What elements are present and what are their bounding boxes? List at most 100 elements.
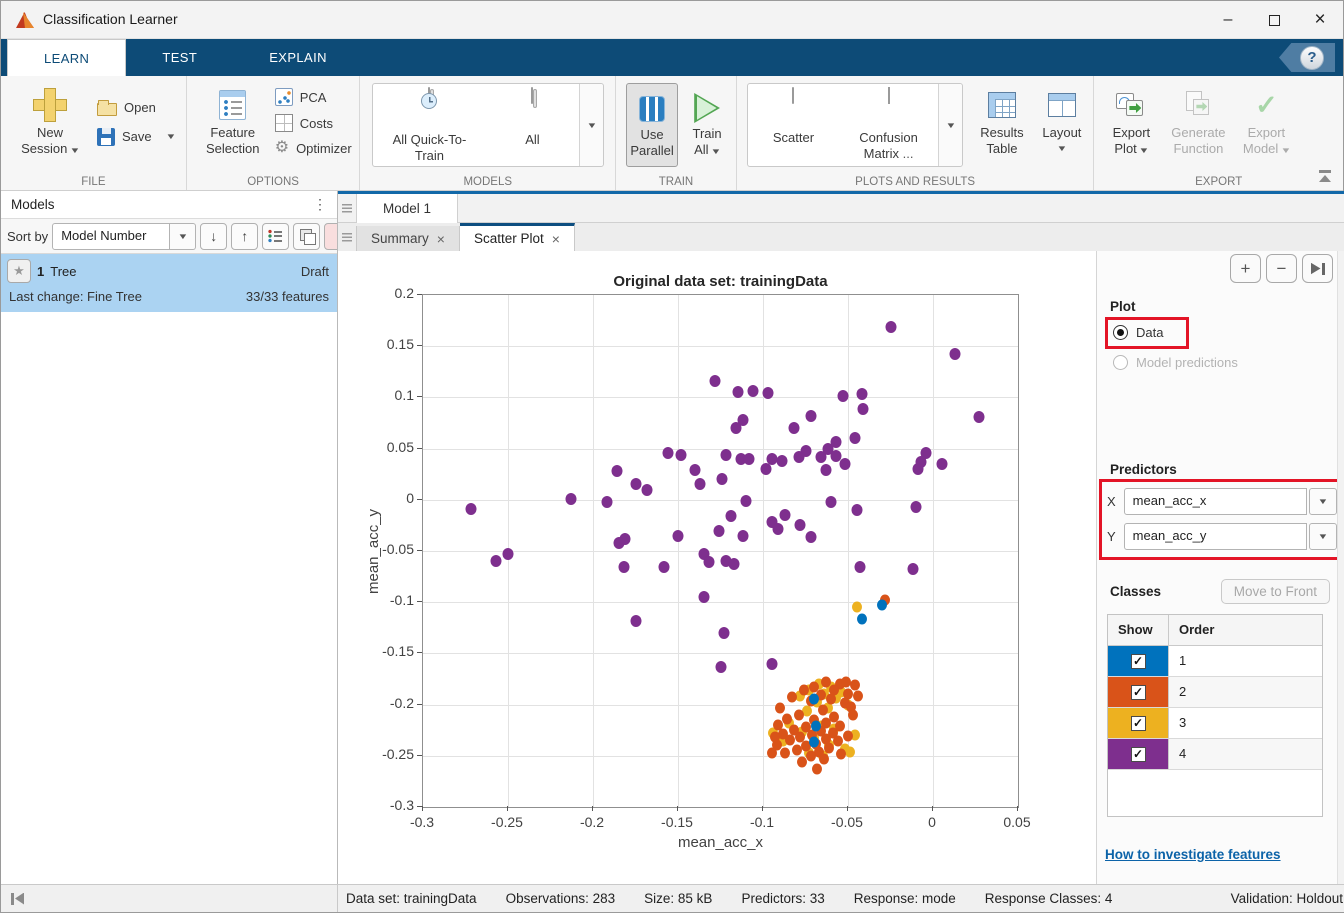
- scatter-icon: [792, 87, 794, 104]
- panel-scrollbar[interactable]: [1337, 251, 1344, 886]
- move-to-front-button: Move to Front: [1221, 579, 1330, 604]
- model-number: 1: [37, 264, 44, 279]
- chevron-down-icon: ▼: [586, 121, 597, 130]
- save-button[interactable]: Save ▼: [97, 128, 175, 146]
- model-list-item[interactable]: ★ 1 Tree Draft Last change: Fine Tree 33…: [1, 254, 337, 312]
- show-class-checkbox[interactable]: ✓: [1131, 716, 1146, 731]
- layout-button[interactable]: Layout ▼: [1033, 76, 1091, 168]
- close-button[interactable]: ×: [1297, 1, 1343, 39]
- show-class-checkbox[interactable]: ✓: [1131, 747, 1146, 762]
- tab-scatter-plot[interactable]: Scatter Plot ×: [460, 223, 575, 251]
- feature-selection-button[interactable]: Feature Selection: [197, 76, 269, 168]
- y-tick-label: -0.3: [364, 797, 414, 813]
- show-class-checkbox[interactable]: ✓: [1131, 654, 1146, 669]
- close-icon[interactable]: ×: [437, 231, 445, 247]
- status-predictors: Predictors: 33: [741, 891, 824, 906]
- classes-table: Show Order ✓ 1 ✓ 2 ✓ 3: [1107, 614, 1323, 817]
- x-tick-label: 0.05: [987, 814, 1047, 830]
- model-predictions-radio: Model predictions: [1113, 355, 1238, 370]
- tab-model-1[interactable]: Model 1: [356, 194, 458, 223]
- favorite-button[interactable]: ★: [7, 259, 31, 283]
- x-tick-label: -0.3: [392, 814, 452, 830]
- scatter-point-class-1: [857, 613, 867, 624]
- all-models-icon: [531, 87, 533, 104]
- scatter-point-class-4: [885, 321, 896, 333]
- scatter-point-class-4: [703, 556, 714, 568]
- scatter-point-class-4: [642, 484, 653, 496]
- zoom-in-button[interactable]: +: [1230, 254, 1261, 283]
- export-plot-button[interactable]: Export Plot ▼: [1100, 76, 1162, 168]
- scatter-point-class-4: [780, 509, 791, 521]
- collapse-left-panel-button[interactable]: [11, 893, 24, 905]
- tab-group-handle[interactable]: [338, 194, 356, 222]
- optimizer-button[interactable]: ⚙ Optimizer: [275, 140, 352, 156]
- sort-by-select[interactable]: Model Number ▼: [52, 223, 196, 250]
- new-session-button[interactable]: New Session ▼: [17, 76, 83, 168]
- scatter-point-class-2: [767, 747, 777, 758]
- close-icon[interactable]: ×: [552, 231, 560, 247]
- plot-axes[interactable]: [422, 294, 1019, 808]
- scatter-point-class-1: [809, 694, 819, 705]
- x-tick-label: -0.1: [732, 814, 792, 830]
- duplicate-button[interactable]: [293, 223, 320, 250]
- tab-learn[interactable]: LEARN: [7, 39, 126, 76]
- model-features: 33/33 features: [246, 289, 329, 304]
- scatter-point-class-4: [837, 390, 848, 402]
- chevron-down-icon[interactable]: ▼: [165, 132, 176, 141]
- chevron-down-icon: ▼: [69, 143, 80, 159]
- scatter-point-class-2: [848, 709, 858, 720]
- tab-summary[interactable]: Summary ×: [356, 226, 460, 251]
- sort-ascending-button[interactable]: ↑: [231, 223, 258, 250]
- legend-button[interactable]: [262, 223, 289, 250]
- show-class-checkbox[interactable]: ✓: [1131, 685, 1146, 700]
- arrow-up-icon: ↑: [241, 228, 248, 244]
- scatter-point-class-4: [793, 451, 804, 463]
- scatter-point-class-1: [877, 600, 887, 611]
- results-table-button[interactable]: Results Table: [971, 76, 1033, 168]
- maximize-button[interactable]: [1251, 1, 1297, 39]
- open-button[interactable]: Open: [97, 99, 175, 116]
- train-all-button[interactable]: Train All ▼: [682, 83, 732, 167]
- scatter-point-class-4: [737, 530, 748, 542]
- scatter-point-class-4: [713, 525, 724, 537]
- all-quick-to-train-button[interactable]: All Quick-To- Train: [373, 84, 485, 166]
- use-parallel-toggle[interactable]: Use Parallel: [626, 83, 678, 167]
- duplicate-icon: [300, 229, 314, 243]
- scatter-point-class-4: [732, 386, 743, 398]
- scatter-point-class-4: [630, 478, 641, 490]
- costs-button[interactable]: Costs: [275, 114, 352, 132]
- pca-button[interactable]: PCA: [275, 88, 352, 106]
- scatter-plot-button[interactable]: Scatter: [748, 84, 839, 166]
- class-row-2: ✓ 2: [1108, 677, 1322, 708]
- scatter-point-class-4: [851, 504, 862, 516]
- y-tick-label: 0.15: [364, 336, 414, 352]
- all-models-button[interactable]: All: [485, 84, 579, 166]
- scatter-point-class-1: [809, 737, 819, 748]
- help-button[interactable]: ?: [1279, 43, 1335, 72]
- scatter-point-class-4: [673, 530, 684, 542]
- how-to-investigate-link[interactable]: How to investigate features: [1105, 847, 1281, 862]
- tab-group-handle[interactable]: [338, 223, 356, 251]
- plot-section-title: Plot: [1110, 299, 1136, 314]
- delete-button[interactable]: [324, 223, 337, 250]
- sort-descending-button[interactable]: ↓: [200, 223, 227, 250]
- collapse-panel-button[interactable]: [1302, 254, 1333, 283]
- plots-gallery-dropdown[interactable]: ▼: [938, 84, 962, 166]
- scatter-point-class-2: [826, 694, 836, 705]
- panel-menu-icon[interactable]: ⋮: [313, 196, 327, 213]
- scatter-point-class-4: [676, 449, 687, 461]
- scatter-point-class-4: [776, 455, 787, 467]
- close-icon: ×: [1314, 9, 1325, 31]
- zoom-out-button[interactable]: −: [1266, 254, 1297, 283]
- scatter-point-class-4: [503, 548, 514, 560]
- tab-test[interactable]: TEST: [126, 39, 233, 76]
- confusion-matrix-button[interactable]: Confusion Matrix ...: [839, 84, 938, 166]
- chevron-down-icon: ▼: [945, 121, 956, 130]
- tab-explain[interactable]: EXPLAIN: [233, 39, 363, 76]
- legend-icon: [268, 229, 283, 243]
- minimize-button[interactable]: –: [1205, 1, 1251, 39]
- models-gallery-dropdown[interactable]: ▼: [579, 84, 603, 166]
- plot-title: Original data set: trainingData: [422, 273, 1019, 290]
- chevron-down-icon[interactable]: ▼: [170, 223, 196, 250]
- collapse-ribbon-button[interactable]: [1317, 170, 1333, 182]
